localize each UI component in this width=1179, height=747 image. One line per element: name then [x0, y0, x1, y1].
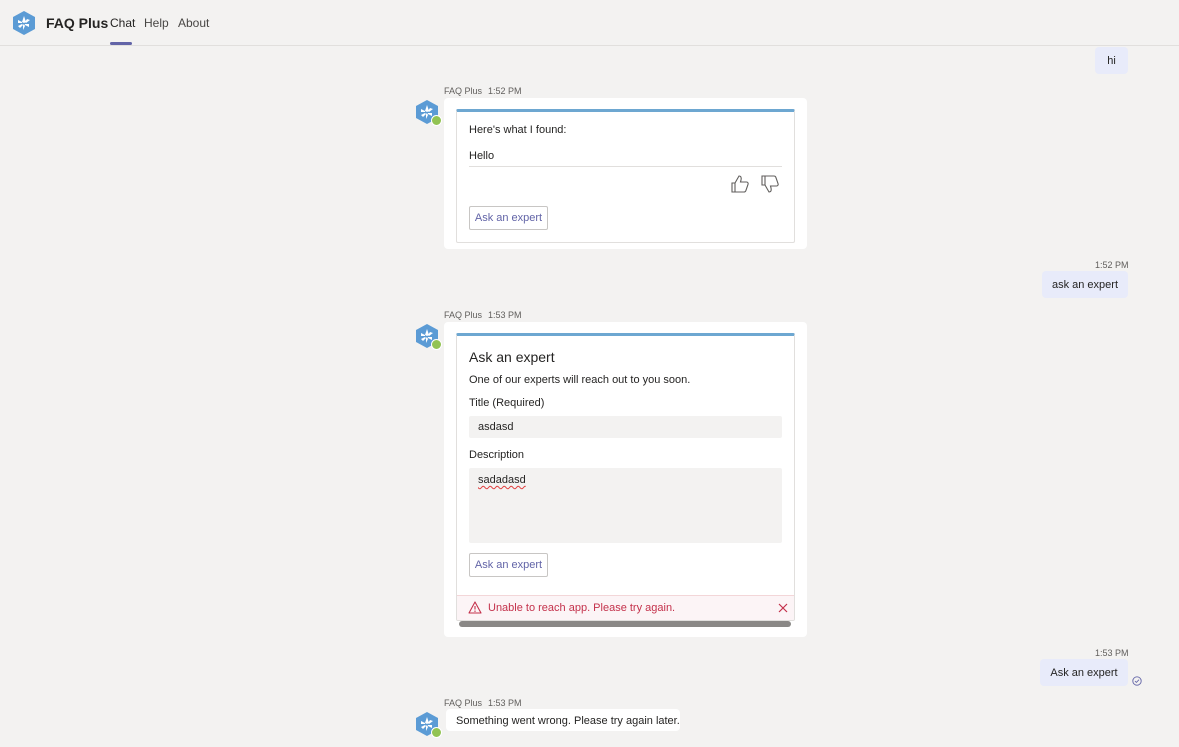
divider — [469, 166, 782, 167]
close-icon[interactable] — [778, 603, 788, 613]
card-answer: Hello — [469, 150, 495, 162]
card-subtitle: One of our experts will reach out to you… — [469, 374, 691, 386]
horizontal-scrollbar[interactable] — [459, 621, 791, 627]
description-field-label: Description — [469, 449, 525, 461]
thumbs-down-icon[interactable] — [760, 174, 780, 194]
message-time: 1:52 PM — [488, 86, 522, 96]
answer-card: Here's what I found: Hello Ask an expert — [456, 109, 795, 243]
presence-available-icon — [431, 727, 442, 738]
message-meta: FAQ Plus 1:53 PM — [444, 698, 522, 708]
sender-name: FAQ Plus — [444, 86, 483, 96]
message-time: 1:53 PM — [1095, 648, 1129, 658]
card-title: Ask an expert — [469, 349, 555, 365]
message-meta: FAQ Plus 1:53 PM — [444, 310, 522, 320]
title-input[interactable]: asdasd — [469, 416, 782, 438]
title-input-value: asdasd — [478, 421, 514, 433]
outgoing-message: Ask an expert — [1040, 659, 1128, 686]
app-header: FAQ Plus Chat Help About — [0, 0, 1179, 46]
bot-avatar[interactable] — [414, 99, 442, 126]
bot-message: Something went wrong. Please try again l… — [446, 709, 680, 731]
card-heading: Here's what I found: — [469, 124, 567, 136]
message-text: ask an expert — [1051, 278, 1119, 291]
bot-avatar[interactable] — [414, 711, 442, 738]
sender-name: FAQ Plus — [444, 310, 483, 320]
presence-available-icon — [431, 339, 442, 350]
title-field-label: Title (Required) — [469, 397, 545, 409]
tab-active-indicator — [110, 42, 132, 45]
error-text: Unable to reach app. Please try again. — [488, 602, 676, 614]
description-value: sadadasd — [478, 474, 526, 486]
tab-chat[interactable]: Chat — [110, 16, 135, 30]
description-textarea[interactable]: sadadasd — [469, 468, 782, 543]
outgoing-message: ask an expert — [1042, 271, 1128, 298]
message-text: Something went wrong. Please try again l… — [456, 715, 680, 727]
error-banner: Unable to reach app. Please try again. — [457, 595, 794, 620]
message-time: 1:52 PM — [1095, 260, 1129, 270]
bot-avatar[interactable] — [414, 323, 442, 350]
ask-expert-card: Ask an expert One of our experts will re… — [456, 333, 795, 621]
thumbs-up-icon[interactable] — [730, 174, 750, 194]
tab-about[interactable]: About — [178, 16, 209, 30]
read-receipt-icon — [1132, 676, 1142, 686]
warning-icon — [468, 601, 482, 614]
app-name: FAQ Plus — [46, 15, 109, 31]
message-meta: FAQ Plus 1:52 PM — [444, 86, 522, 96]
app-logo-icon — [13, 11, 35, 35]
message-time: 1:53 PM — [488, 698, 522, 708]
ask-expert-button[interactable]: Ask an expert — [469, 206, 548, 230]
message-text: Ask an expert — [1050, 666, 1118, 679]
presence-available-icon — [431, 115, 442, 126]
sender-name: FAQ Plus — [444, 698, 483, 708]
tab-help[interactable]: Help — [144, 16, 169, 30]
message-text: hi — [1107, 54, 1116, 67]
message-time: 1:53 PM — [488, 310, 522, 320]
outgoing-message: hi — [1095, 47, 1128, 74]
ask-expert-submit-button[interactable]: Ask an expert — [469, 553, 548, 577]
bot-message: Here's what I found: Hello Ask an expert — [444, 98, 807, 249]
bot-message: Ask an expert One of our experts will re… — [444, 322, 807, 637]
